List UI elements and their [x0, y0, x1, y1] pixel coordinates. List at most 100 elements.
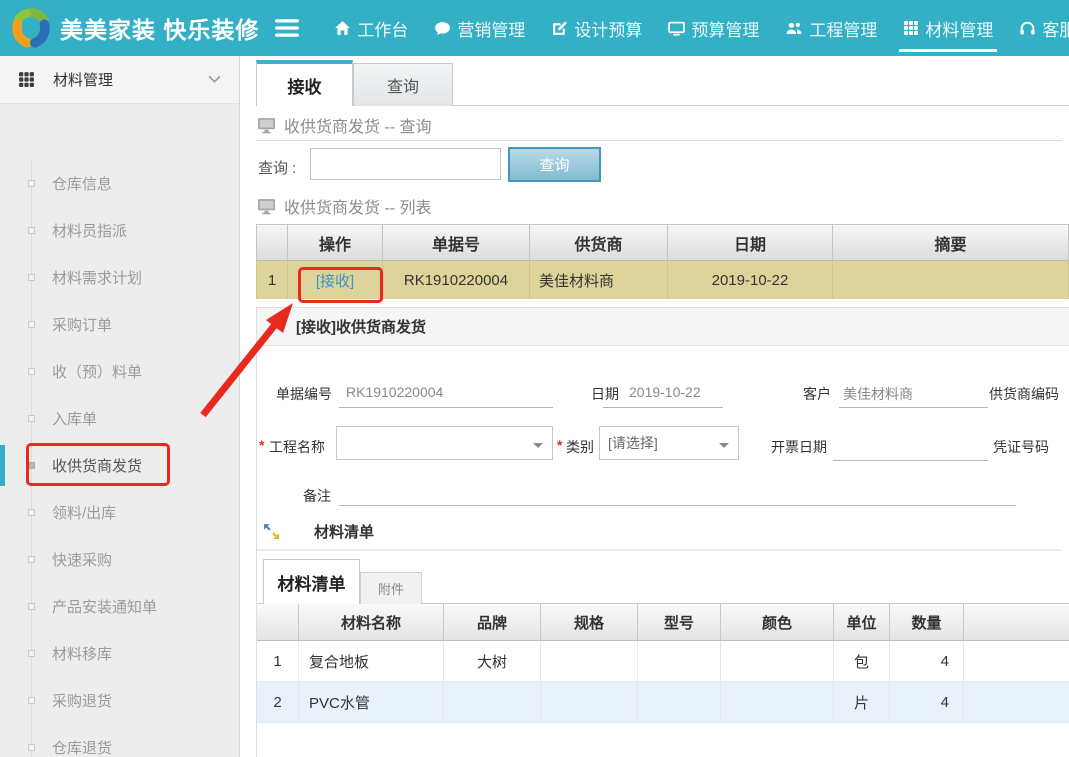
- nav-item-workbench[interactable]: 工作台: [321, 0, 421, 56]
- query-section-title: 收供货商发货 -- 查询: [257, 113, 432, 137]
- bullet-icon: [28, 603, 35, 610]
- cell-summary: [833, 261, 1069, 299]
- nav-item-label: 预算管理: [691, 16, 759, 41]
- chat-icon: [434, 20, 451, 37]
- app-window: 美美家装 快乐装修 工作台 营销管理 设计预算 预算管理 工: [0, 0, 1069, 757]
- cell-doc-no: RK1910220004: [383, 261, 530, 299]
- sidebar-item-install-notice[interactable]: 产品安装通知单: [0, 583, 238, 630]
- sidebar-item-quick-purchase[interactable]: 快速采购: [0, 536, 238, 583]
- category-select[interactable]: [请选择]: [599, 426, 739, 460]
- brand-logo-icon: [10, 7, 52, 49]
- chevron-down-icon: [208, 75, 221, 84]
- grid-icon: [903, 20, 919, 36]
- nav-item-marketing[interactable]: 营销管理: [421, 0, 538, 56]
- bullet-icon: [28, 556, 35, 563]
- tab-material-list[interactable]: 材料清单: [263, 559, 360, 604]
- header-index: [256, 224, 288, 261]
- bullet-icon: [28, 180, 35, 187]
- header-index: [257, 604, 299, 641]
- sidebar-item-warehouse-return[interactable]: 仓库退货: [0, 724, 238, 757]
- hamburger-menu-icon[interactable]: [275, 18, 299, 38]
- bullet-icon: [28, 650, 35, 657]
- required-mark: *: [557, 437, 562, 453]
- bullet-icon: [28, 697, 35, 704]
- sidebar-item-material-transfer[interactable]: 材料移库: [0, 630, 238, 677]
- grid-icon: [18, 71, 35, 88]
- sidebar-item-purchase-return[interactable]: 采购退货: [0, 677, 238, 724]
- users-icon: [785, 20, 803, 37]
- list-section-title: 收供货商发货 -- 列表: [257, 194, 432, 218]
- header-doc-no: 单据号: [383, 224, 530, 261]
- receive-link[interactable]: [接收]: [316, 270, 354, 291]
- sidebar-item-material-staff[interactable]: 材料员指派: [0, 207, 238, 254]
- header-date: 日期: [668, 224, 833, 261]
- bullet-icon: [28, 744, 35, 751]
- header-brand: 品牌: [444, 604, 541, 641]
- sidebar-header-materials[interactable]: 材料管理: [0, 56, 239, 104]
- customer-underline: [839, 407, 988, 408]
- material-section-divider: [257, 549, 1062, 551]
- material-row[interactable]: 2 PVC水管 片 4: [257, 682, 1069, 723]
- customer-label: 客户: [803, 384, 831, 404]
- panel-title: [接收]收供货商发货: [296, 316, 426, 337]
- doc-no-value[interactable]: RK1910220004: [346, 384, 443, 400]
- expand-arrows-icon: [263, 523, 280, 540]
- sidebar-item-inbound-note[interactable]: 入库单: [0, 395, 238, 442]
- nav-item-engineering[interactable]: 工程管理: [772, 0, 890, 56]
- sidebar-title: 材料管理: [53, 69, 208, 90]
- sidebar-item-warehouse-info[interactable]: 仓库信息: [0, 160, 238, 207]
- customer-value[interactable]: 美佳材料商: [843, 384, 913, 404]
- material-header-row: 材料名称 品牌 规格 型号 颜色 单位 数量: [257, 604, 1069, 641]
- date-value[interactable]: 2019-10-22: [629, 384, 701, 400]
- query-input[interactable]: [310, 148, 501, 180]
- header-blank: [964, 604, 1069, 641]
- header-unit: 单位: [834, 604, 890, 641]
- chevron-down-icon: [533, 443, 543, 453]
- project-name-label: 工程名称: [269, 437, 325, 457]
- nav-item-label: 工程管理: [809, 16, 877, 41]
- tab-query[interactable]: 查询: [353, 63, 453, 106]
- headset-icon: [1019, 20, 1036, 37]
- bullet-icon: [28, 321, 35, 328]
- invoice-date-underline[interactable]: [833, 460, 988, 461]
- sidebar-item-material-issue[interactable]: 领料/出库: [0, 489, 238, 536]
- project-name-select[interactable]: [336, 426, 553, 460]
- shipment-list-table: 操作 单据号 供货商 日期 摘要 1 [接收] RK1910220004 美佳材…: [256, 224, 1069, 299]
- monitor-icon: [257, 117, 276, 134]
- nav-item-budget[interactable]: 预算管理: [655, 0, 772, 56]
- nav-item-materials[interactable]: 材料管理: [890, 0, 1006, 56]
- nav-item-label: 客服管理: [1042, 16, 1069, 41]
- nav-item-design-budget[interactable]: 设计预算: [538, 0, 655, 56]
- voucher-no-label: 凭证号码: [993, 437, 1049, 457]
- tab-attachment[interactable]: 附件: [360, 572, 422, 604]
- bullet-icon: [28, 509, 35, 516]
- top-navbar: 美美家装 快乐装修 工作台 营销管理 设计预算 预算管理 工: [0, 0, 1069, 56]
- bullet-icon: [28, 274, 35, 281]
- nav-item-customer-service[interactable]: 客服管理: [1006, 0, 1069, 56]
- home-icon: [334, 20, 351, 37]
- query-field-label: 查询 :: [258, 157, 296, 178]
- header-qty: 数量: [890, 604, 964, 641]
- brand-title: 美美家装 快乐装修: [60, 11, 259, 45]
- nav-item-label: 设计预算: [574, 16, 642, 41]
- header-summary: 摘要: [833, 224, 1069, 261]
- cell-action: [接收]: [288, 261, 383, 299]
- nav-item-label: 营销管理: [457, 16, 525, 41]
- sidebar-item-supplier-shipment[interactable]: 收供货商发货: [0, 442, 238, 489]
- sidebar-item-purchase-order[interactable]: 采购订单: [0, 301, 238, 348]
- remark-underline[interactable]: [339, 505, 1016, 506]
- category-label: 类别: [566, 437, 594, 457]
- table-header-row: 操作 单据号 供货商 日期 摘要: [256, 224, 1069, 261]
- monitor-icon: [257, 198, 276, 215]
- red-annotation-box: [26, 443, 170, 486]
- sidebar-item-material-demand-plan[interactable]: 材料需求计划: [0, 254, 238, 301]
- date-underline: [603, 407, 723, 408]
- material-row[interactable]: 1 复合地板 大树 包 4: [257, 641, 1069, 682]
- query-button[interactable]: 查询: [508, 147, 601, 182]
- panel-titlebar: [接收]收供货商发货: [257, 308, 1069, 346]
- header-spec: 规格: [541, 604, 638, 641]
- tab-receive[interactable]: 接收: [256, 60, 353, 106]
- table-row[interactable]: 1 [接收] RK1910220004 美佳材料商 2019-10-22: [256, 261, 1069, 299]
- main-content: 接收 查询 收供货商发货 -- 查询 查询 : 查询 收供货商发货 -- 列表 …: [241, 56, 1069, 757]
- sidebar-item-pre-receive-note[interactable]: 收（预）料单: [0, 348, 238, 395]
